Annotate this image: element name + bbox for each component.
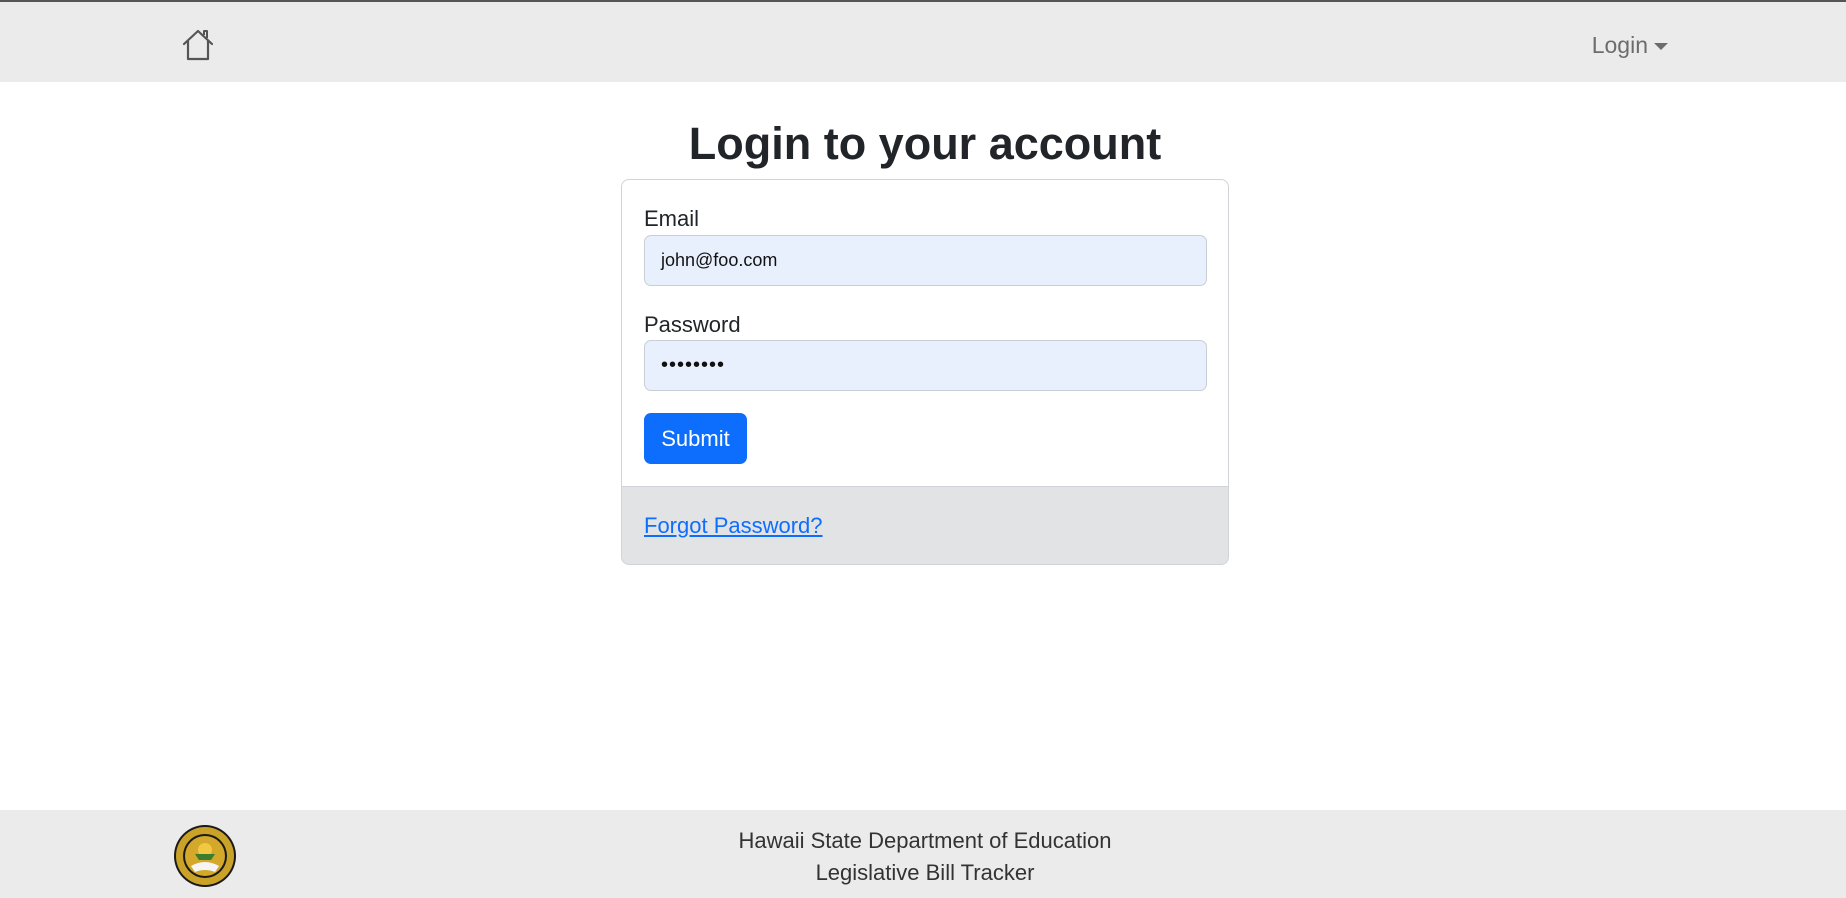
navbar: Login	[0, 2, 1846, 82]
password-label: Password	[644, 312, 741, 337]
email-value: john@foo.com	[661, 250, 778, 270]
email-field[interactable]: john@foo.com	[644, 235, 1207, 286]
footer-line-organization: Hawaii State Department of Education	[738, 828, 1112, 853]
email-label: Email	[644, 206, 700, 231]
caret-down-icon	[1654, 42, 1668, 50]
footer-line-app-name: Legislative Bill Tracker	[815, 860, 1035, 885]
page-footer: Hawaii State Department of Education Leg…	[0, 810, 1846, 898]
login-card: Email john@foo.com Password •••••••• Sub…	[621, 179, 1229, 487]
login-card-footer: Forgot Password?	[621, 487, 1229, 565]
footer-text: Hawaii State Department of Education Leg…	[0, 825, 1846, 889]
forgot-password-link[interactable]: Forgot Password?	[644, 513, 823, 539]
home-icon	[182, 29, 214, 61]
login-dropdown-toggle[interactable]: Login	[1592, 28, 1668, 62]
page-title: Login to your account	[688, 118, 1162, 169]
home-link[interactable]	[180, 27, 216, 63]
password-field[interactable]: ••••••••	[644, 340, 1207, 391]
submit-button[interactable]: Submit	[644, 413, 747, 464]
password-value: ••••••••	[661, 354, 726, 376]
login-dropdown-label: Login	[1591, 31, 1648, 58]
